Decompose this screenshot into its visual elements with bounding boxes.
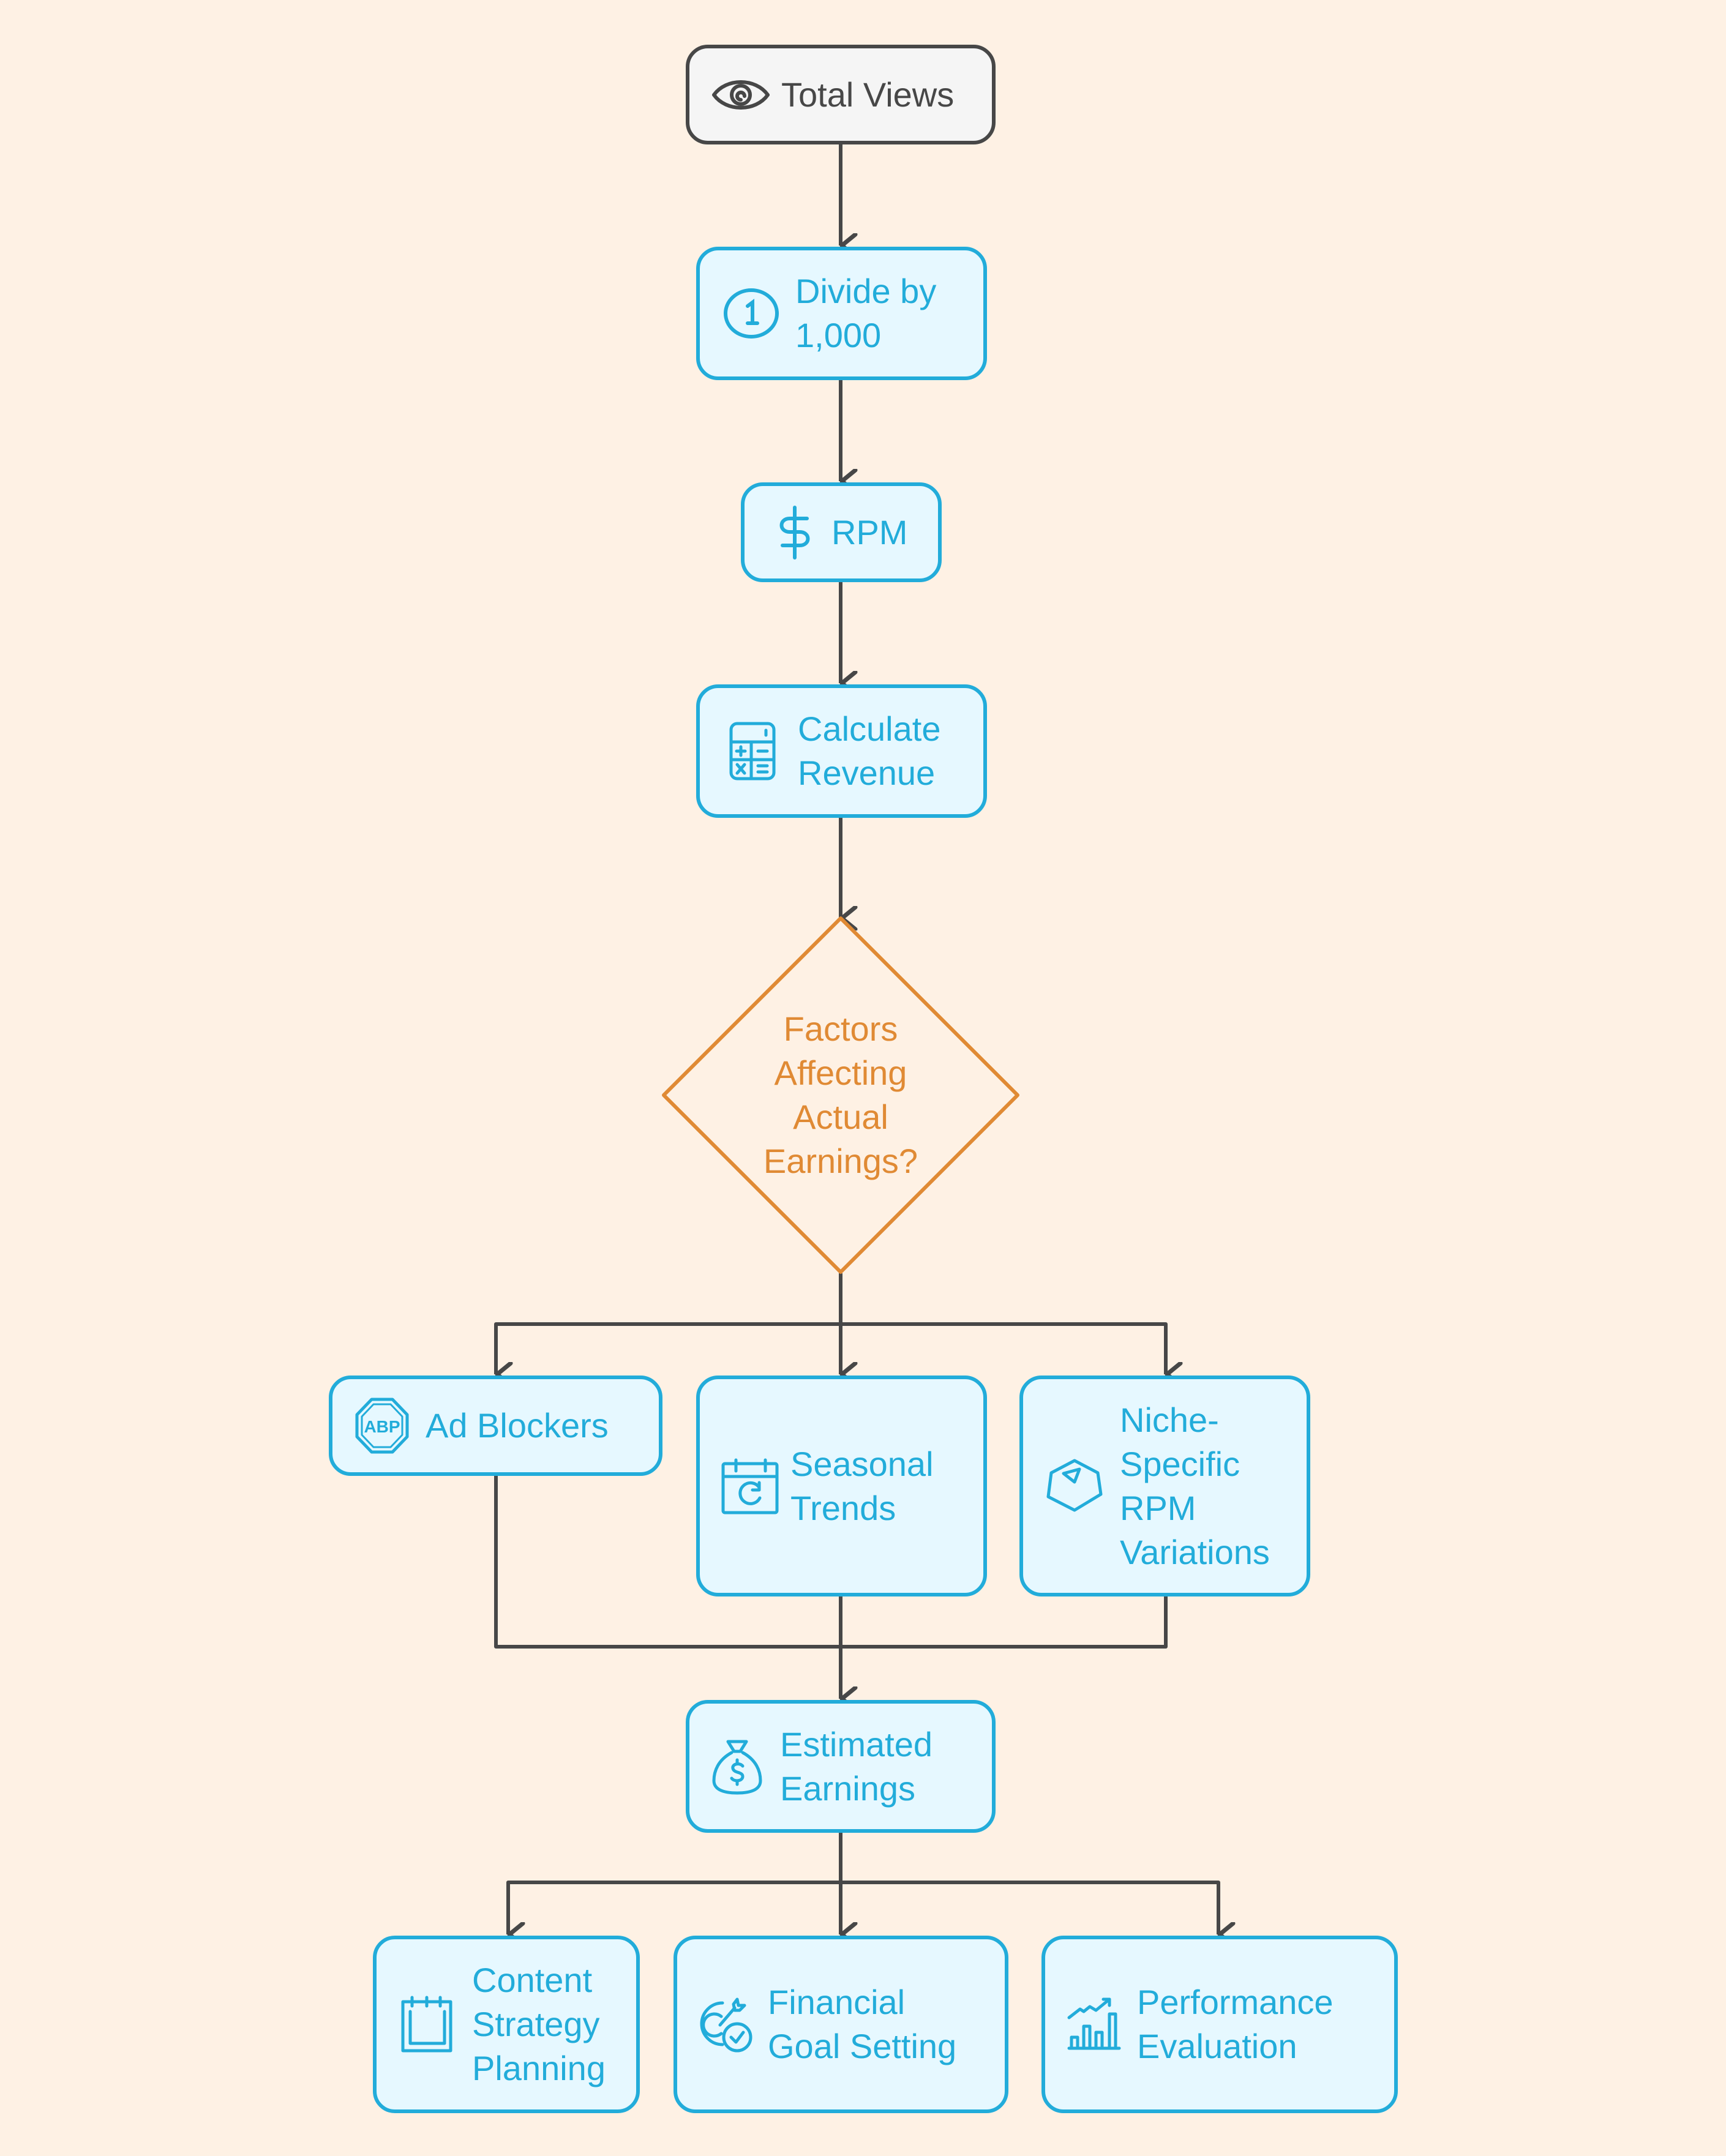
- node-divide-by-1000[interactable]: Divide by 1,000: [696, 247, 987, 380]
- edge-decision-to-niche: [841, 1322, 1166, 1374]
- niche-gem-icon: [1045, 1457, 1104, 1516]
- dollar-icon: [776, 505, 813, 560]
- node-content-strategy-planning[interactable]: Content Strategy Planning: [373, 1936, 640, 2113]
- edge-estimated-to-content-strategy: [506, 1833, 842, 1934]
- node-estimated-earnings[interactable]: Estimated Earnings: [686, 1700, 996, 1833]
- node-rpm[interactable]: RPM: [741, 482, 942, 582]
- eye-icon: [711, 66, 770, 124]
- edge-estimated-to-performance: [841, 1881, 1218, 1934]
- node-calculate-revenue[interactable]: Calculate Revenue: [696, 684, 987, 818]
- node-label: Estimated Earnings: [780, 1724, 932, 1808]
- node-label: Financial Goal Setting: [768, 1983, 957, 2065]
- svg-text:ABP: ABP: [364, 1417, 400, 1436]
- edge-decision-to-ad-blockers: [494, 1273, 842, 1374]
- node-label: Total Views: [781, 75, 955, 114]
- node-total-views[interactable]: Total Views: [686, 45, 996, 144]
- calculator-icon: [728, 722, 777, 780]
- node-label: Performance Evaluation: [1137, 1983, 1334, 2065]
- node-label: Divide by 1,000: [795, 272, 937, 354]
- money-bag-icon: [711, 1737, 763, 1796]
- target-check-icon: [699, 1995, 754, 2054]
- node-niche-rpm-variations[interactable]: Niche- Specific RPM Variations: [1019, 1376, 1310, 1596]
- node-label: Niche- Specific RPM Variations: [1120, 1400, 1270, 1571]
- node-financial-goal-setting[interactable]: Financial Goal Setting: [674, 1936, 1008, 2113]
- planner-icon: [400, 1995, 454, 2054]
- node-label: Ad Blockers: [426, 1406, 609, 1445]
- edge-niche-to-estimated: [841, 1596, 1168, 1649]
- node-label: Calculate Revenue: [798, 709, 941, 792]
- node-seasonal-trends[interactable]: Seasonal Trends: [696, 1376, 987, 1596]
- adblock-icon: ABP: [355, 1398, 410, 1454]
- node-label: RPM: [831, 512, 908, 552]
- node-ad-blockers[interactable]: ABP Ad Blockers: [329, 1376, 662, 1476]
- calendar-refresh-icon: [721, 1457, 779, 1516]
- decision-label: Factors Affecting Actual Earnings?: [763, 1009, 918, 1180]
- growth-chart-icon: [1066, 1995, 1122, 2054]
- node-performance-evaluation[interactable]: Performance Evaluation: [1041, 1936, 1398, 2113]
- node-label: Content Strategy Planning: [472, 1961, 606, 2087]
- number-one-circle-icon: [722, 284, 781, 343]
- node-label: Seasonal Trends: [790, 1444, 934, 1527]
